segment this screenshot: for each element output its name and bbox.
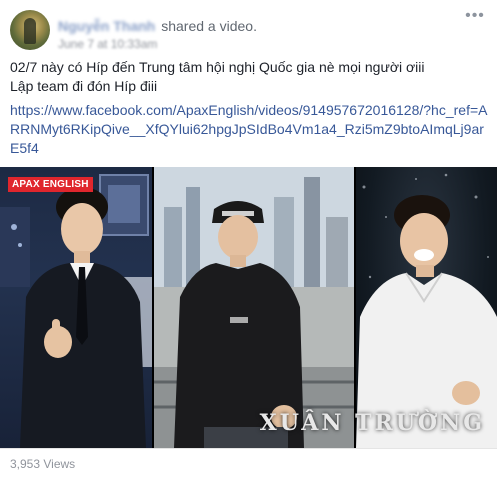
- post-header: Nguyễn Thanh shared a video. June 7 at 10…: [10, 8, 487, 52]
- author-name[interactable]: Nguyễn Thanh: [58, 18, 155, 34]
- ellipsis-icon[interactable]: •••: [465, 8, 485, 26]
- post-link[interactable]: https://www.facebook.com/ApaxEnglish/vid…: [10, 101, 492, 158]
- video-overlay-title: XUÂN TRƯỜNG: [259, 410, 485, 436]
- action-text: shared a video.: [161, 18, 257, 34]
- video-thumbnail[interactable]: APAX ENGLISH XUÂN TRƯỜNG: [0, 167, 497, 448]
- photo-panel-city: [154, 167, 354, 448]
- post-text-line: 02/7 này có Híp đến Trung tâm hội nghị Q…: [10, 59, 425, 75]
- avatar[interactable]: [10, 10, 50, 50]
- author-line: Nguyễn Thanh shared a video.: [58, 18, 257, 34]
- snow-portrait-image: [356, 173, 497, 448]
- post-text-line: Lập team đi đón Híp điii: [10, 78, 158, 94]
- suit-portrait-image: [0, 174, 152, 448]
- brand-badge: APAX ENGLISH: [8, 177, 93, 192]
- post-timestamp[interactable]: June 7 at 10:33am: [58, 37, 157, 51]
- divider: [0, 448, 497, 449]
- city-portrait-image: [154, 167, 354, 448]
- photo-panel-suit: APAX ENGLISH: [0, 167, 152, 448]
- photo-panel-snow: [356, 167, 497, 448]
- post-text: 02/7 này có Híp đến Trung tâm hội nghị Q…: [10, 58, 490, 96]
- view-count: 3,953 Views: [10, 457, 76, 471]
- video-post: Nguyễn Thanh shared a video. June 7 at 10…: [0, 0, 497, 477]
